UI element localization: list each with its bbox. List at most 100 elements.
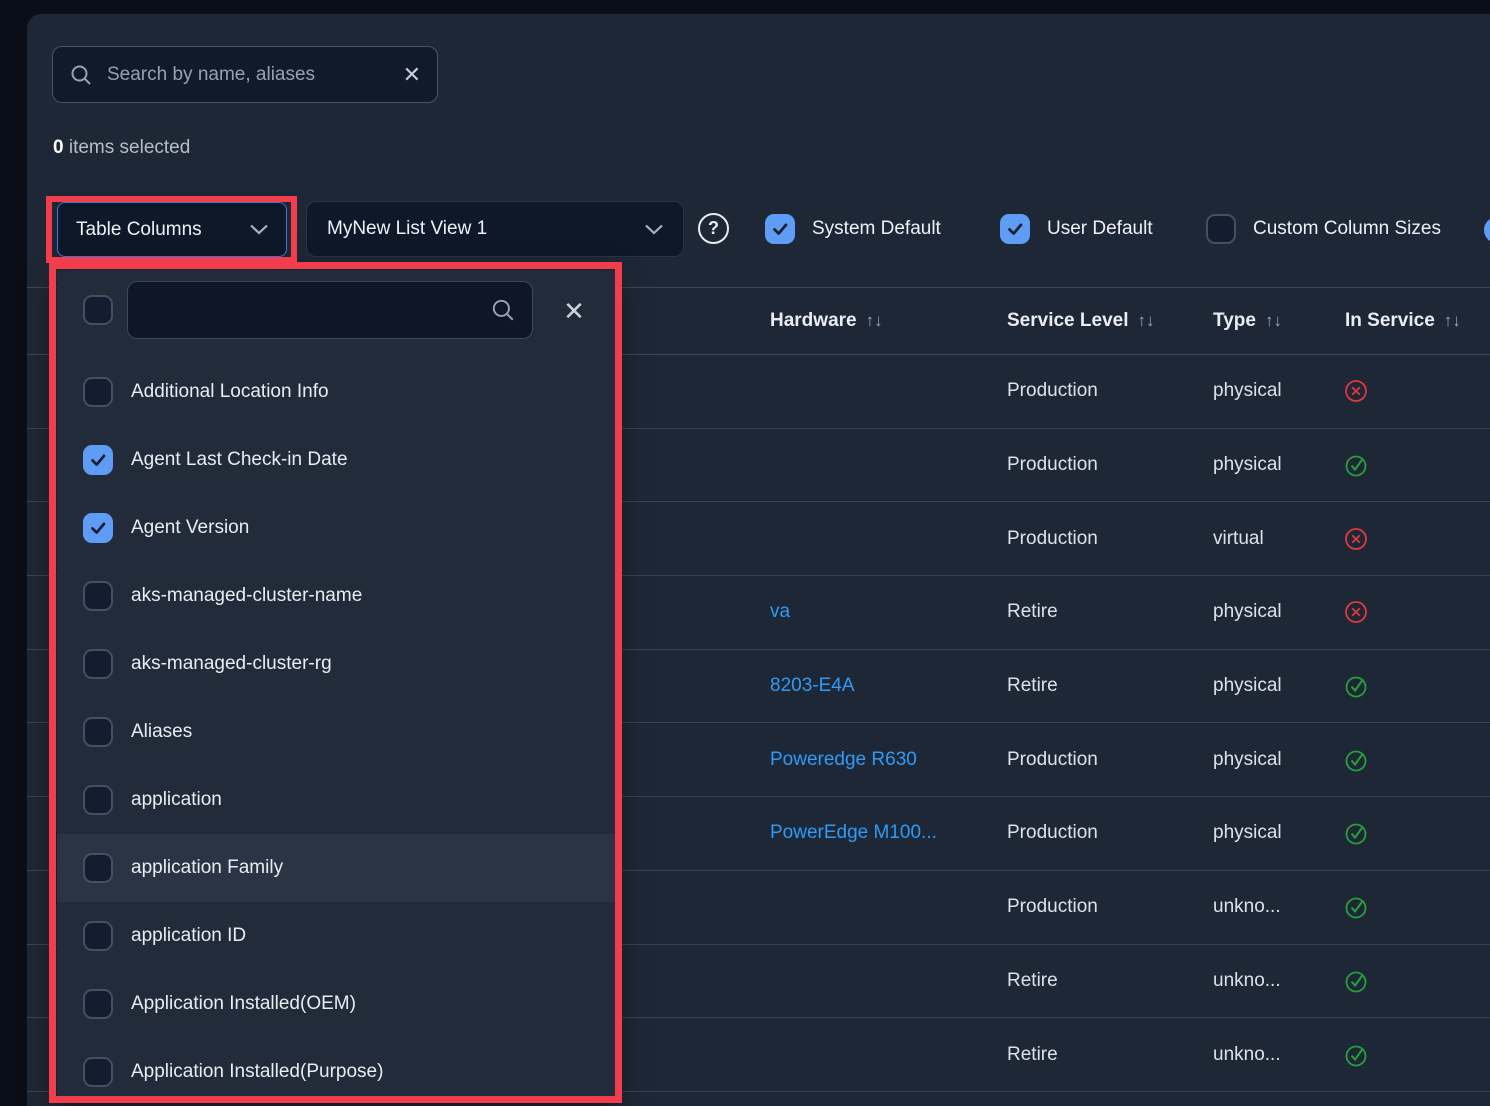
select-all-columns-checkbox[interactable] (83, 295, 113, 325)
chevron-down-icon (645, 224, 663, 235)
type-cell: physical (1213, 380, 1282, 402)
service-level-cell: Retire (1007, 1044, 1058, 1066)
column-header-label: Type (1213, 310, 1256, 331)
column-option-checkbox[interactable] (83, 921, 113, 951)
selected-label: items selected (69, 137, 190, 158)
in-service-check-icon (1343, 673, 1369, 699)
service-level-cell: Production (1007, 380, 1098, 402)
column-header-in-service[interactable]: In Service ↑↓ (1345, 310, 1461, 332)
panel-header: ✕ (57, 270, 615, 352)
columns-search-box[interactable] (127, 281, 533, 339)
checkbox-system-default[interactable] (765, 214, 795, 244)
column-option-checkbox[interactable] (83, 785, 113, 815)
column-option-aks-managed-cluster-rg[interactable]: aks-managed-cluster-rg (57, 630, 615, 698)
column-option-checkbox[interactable] (83, 853, 113, 883)
type-cell: physical (1213, 822, 1282, 844)
column-option-label: Application Installed(Purpose) (131, 1061, 383, 1083)
toolbar-option-label: User Default (1047, 218, 1153, 240)
service-level-cell: Production (1007, 528, 1098, 550)
column-option-application-family[interactable]: application Family (57, 834, 615, 902)
column-option-checkbox[interactable] (83, 1057, 113, 1087)
column-option-label: Agent Last Check-in Date (131, 449, 348, 471)
column-option-aks-managed-cluster-name[interactable]: aks-managed-cluster-name (57, 562, 615, 630)
type-cell: physical (1213, 454, 1282, 476)
service-level-cell: Production (1007, 749, 1098, 771)
type-cell: unkno... (1213, 1044, 1281, 1066)
checkbox-user-default[interactable] (1000, 214, 1030, 244)
hardware-link[interactable]: va (770, 601, 790, 623)
hardware-link[interactable]: PowerEdge M100... (770, 822, 937, 844)
column-option-agent-version[interactable]: Agent Version (57, 494, 615, 562)
column-option-label: aks-managed-cluster-rg (131, 653, 332, 675)
close-panel-icon[interactable]: ✕ (557, 294, 591, 328)
not-in-service-x-icon (1343, 526, 1369, 552)
column-header-type[interactable]: Type ↑↓ (1213, 310, 1282, 332)
search-icon (69, 63, 93, 87)
service-level-cell: Retire (1007, 970, 1058, 992)
table-columns-label: Table Columns (76, 219, 202, 241)
column-option-label: Additional Location Info (131, 381, 329, 403)
clear-search-icon[interactable]: ✕ (403, 64, 421, 86)
help-icon[interactable]: ? (698, 213, 729, 244)
table-columns-button[interactable]: Table Columns (57, 202, 287, 257)
sort-icon[interactable]: ↑↓ (1137, 311, 1154, 330)
column-option-checkbox[interactable] (83, 989, 113, 1019)
asset-search-input[interactable] (107, 64, 403, 86)
service-level-cell: Retire (1007, 601, 1058, 623)
table-columns-panel: ✕ Additional Location Info Agent Last Che… (57, 270, 615, 1097)
in-service-check-icon (1343, 747, 1369, 773)
toolbar-option-label: System Default (812, 218, 941, 240)
sort-icon[interactable]: ↑↓ (1444, 311, 1461, 330)
selected-count: 0 (53, 137, 64, 158)
service-level-cell: Production (1007, 896, 1098, 918)
column-option-application-installed-purpose-[interactable]: Application Installed(Purpose) (57, 1038, 615, 1097)
in-service-check-icon (1343, 452, 1369, 478)
in-service-check-icon (1343, 1042, 1369, 1068)
column-option-label: application (131, 789, 222, 811)
column-option-agent-last-check-in-date[interactable]: Agent Last Check-in Date (57, 426, 615, 494)
column-option-checkbox[interactable] (83, 513, 113, 543)
in-service-check-icon (1343, 820, 1369, 846)
sort-icon[interactable]: ↑↓ (1265, 311, 1282, 330)
service-level-cell: Production (1007, 454, 1098, 476)
column-option-label: application ID (131, 925, 246, 947)
screen: ✕ 0 items selected Table Columns MyNew L… (0, 0, 1490, 1106)
type-cell: virtual (1213, 528, 1264, 550)
sort-icon[interactable]: ↑↓ (866, 311, 883, 330)
checkbox-custom-column-sizes[interactable] (1206, 214, 1236, 244)
columns-search-input[interactable] (144, 299, 490, 321)
column-option-checkbox[interactable] (83, 445, 113, 475)
column-option-application[interactable]: application (57, 766, 615, 834)
in-service-check-icon (1343, 894, 1369, 920)
column-option-application-installed-oem-[interactable]: Application Installed(OEM) (57, 970, 615, 1038)
toolbar-option-custom-column-sizes: Custom Column Sizes (1206, 214, 1441, 244)
column-option-label: application Family (131, 857, 283, 879)
column-option-checkbox[interactable] (83, 377, 113, 407)
toolbar-option-label: Custom Column Sizes (1253, 218, 1441, 240)
hardware-link[interactable]: 8203-E4A (770, 675, 855, 697)
type-cell: unkno... (1213, 970, 1281, 992)
list-view-value: MyNew List View 1 (327, 218, 487, 240)
column-option-label: Agent Version (131, 517, 249, 539)
column-header-label: In Service (1345, 310, 1435, 331)
column-option-aliases[interactable]: Aliases (57, 698, 615, 766)
column-option-checkbox[interactable] (83, 717, 113, 747)
hardware-link[interactable]: Poweredge R630 (770, 749, 917, 771)
toolbar-option-user-default: User Default (1000, 214, 1153, 244)
chevron-down-icon (250, 224, 268, 235)
list-view-select[interactable]: MyNew List View 1 (306, 201, 684, 257)
column-option-checkbox[interactable] (83, 581, 113, 611)
selection-summary: 0 items selected (53, 137, 190, 159)
column-header-hardware[interactable]: Hardware↑↓ (770, 310, 883, 332)
type-cell: unkno... (1213, 896, 1281, 918)
column-header-service-level[interactable]: Service Level↑↓ (1007, 310, 1154, 332)
in-service-check-icon (1343, 968, 1369, 994)
type-cell: physical (1213, 749, 1282, 771)
not-in-service-x-icon (1343, 378, 1369, 404)
column-option-label: Aliases (131, 721, 192, 743)
column-option-checkbox[interactable] (83, 649, 113, 679)
column-option-application-id[interactable]: application ID (57, 902, 615, 970)
asset-search-box[interactable]: ✕ (52, 46, 438, 103)
column-option-additional-location-info[interactable]: Additional Location Info (57, 358, 615, 426)
type-cell: physical (1213, 675, 1282, 697)
